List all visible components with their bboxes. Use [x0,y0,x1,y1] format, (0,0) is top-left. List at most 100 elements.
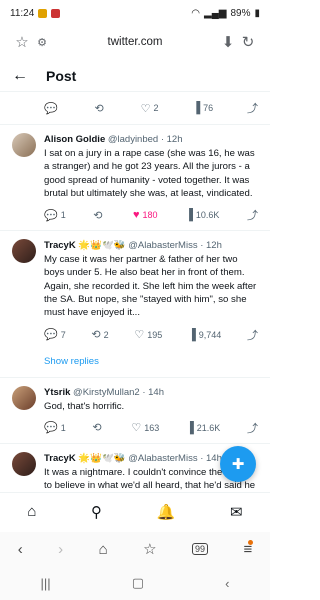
battery-icon: ▮ [254,7,260,19]
like-button[interactable]: ♡ 163 [131,421,159,434]
views-icon: ▐ [185,209,193,222]
author-name[interactable]: Ytsrik [44,387,70,398]
heart-icon: ♡ [140,102,151,115]
browser-url-bar: ☆ ⚙ twitter.com ⬇ ↻ [0,26,270,58]
share-button[interactable]: ⤴ [247,420,258,436]
views-button[interactable]: ▐ 10.6K [185,209,219,221]
system-back-icon[interactable]: ‹ [225,576,229,591]
share-button[interactable]: ⤴ [247,100,258,116]
tweet-text: My case it was her partner & father of h… [44,254,257,319]
signal-icon: ▂▄▆ [204,7,227,19]
like-button[interactable]: ♡ 2 [141,102,159,115]
home-icon[interactable]: ⌂ [27,503,36,520]
reply-icon: 💬 [44,329,58,342]
tweet-actions: 💬 1 ⟲ ♥ 180 ▐ 10.6K ⤴ [44,206,258,224]
reply-icon: 💬 [44,422,58,435]
download-icon[interactable]: ⬇ [218,32,238,52]
like-button[interactable]: ♥ 180 [133,209,158,221]
author-handle[interactable]: @ladyinbed · 12h [108,134,183,145]
notifications-icon[interactable]: 🔔 [157,503,176,521]
reply-button[interactable]: 💬 7 [44,328,66,341]
retweet-icon: ⟲ [93,209,103,222]
retweet-button[interactable]: ⟲ [92,421,104,434]
heart-icon: ♡ [134,329,145,342]
compose-icon: ✚ [231,456,245,473]
like-button[interactable]: ♡ 195 [134,328,162,341]
browser-home-icon[interactable]: ⌂ [99,541,108,558]
search-icon[interactable]: ⚲ [91,503,102,521]
app-tab-bar: ⌂ ⚲ 🔔 ✉ [0,492,270,530]
views-icon: ▐ [185,421,194,434]
tweet-meta: Ytsrik @KirstyMullan2 · 14h [44,386,258,399]
author-handle[interactable]: @KirstyMullan2 · 14h [73,387,164,398]
reply-button[interactable]: 💬 [44,102,61,115]
messages-icon[interactable]: ✉ [230,503,243,521]
menu-icon[interactable]: ≡ [243,539,254,558]
battery-text: 89% [230,7,251,19]
tweet[interactable]: Alison Goldie @ladyinbed · 12h I sat on … [0,125,270,232]
wifi-icon: ◠ [191,7,200,19]
retweet-button[interactable]: ⟲ [93,209,105,222]
home-button-icon[interactable]: ▢ [132,575,144,591]
retweet-icon: ⟲ [92,422,102,435]
forward-icon[interactable]: › [58,541,63,558]
share-button[interactable]: ⤴ [247,207,258,223]
tweet-actions: 💬 1 ⟲ ♡ 163 ▐ 21.6K ⤴ [44,419,258,437]
views-button[interactable]: ▐ 9,744 [188,329,221,341]
avatar[interactable] [12,239,36,264]
compose-reply-button[interactable]: ✚ [220,446,256,482]
author-handle[interactable]: @AlabasterMiss · 14h [128,453,222,464]
author-handle[interactable]: @AlabasterMiss · 12h [128,240,222,251]
tweet[interactable]: Ytsrik @KirstyMullan2 · 14h God, that's … [0,378,270,444]
page-header: ← Post [0,60,270,92]
recent-apps-icon[interactable]: ||| [41,576,51,591]
tweet-meta: Alison Goldie @ladyinbed · 12h [44,133,258,146]
reply-button[interactable]: 💬 1 [44,209,66,222]
heart-filled-icon: ♥ [133,209,140,222]
views-button[interactable]: ▐ 21.6K [186,422,220,434]
tweet[interactable]: TracyK 🌟👑🕊️🐝 @AlabasterMiss · 12h My cas… [0,231,270,349]
site-info-icon[interactable]: ⚙ [32,32,52,52]
notification-icon [51,8,61,18]
show-replies-link[interactable]: Show replies [0,350,270,378]
retweet-icon: ⟲ [94,102,104,115]
share-icon: ⤴ [247,103,258,115]
system-nav-bar: ||| ▢ ‹ [0,566,270,600]
share-icon: ⤴ [246,210,258,223]
back-icon[interactable]: ‹ [18,541,23,558]
tweet-text: God, that's horrific. [44,400,125,412]
tweet-actions: 💬 7 ⟲ 2 ♡ 195 ▐ 9,744 ⤴ [44,326,258,344]
heart-icon: ♡ [131,422,142,435]
notification-icon [38,8,48,18]
avatar[interactable] [12,451,36,476]
tweet-actions: 💬 ⟲ ♡ 2 ▐ 76 ⤴ [0,92,270,125]
author-name[interactable]: Alison Goldie [44,134,105,145]
avatar[interactable] [12,385,36,410]
reply-feed[interactable]: 💬 ⟲ ♡ 2 ▐ 76 ⤴ Alison Goldie @ladyinbed · … [0,92,270,492]
browser-nav-bar: ‹ › ⌂ ☆ 99 ≡ [0,532,270,566]
retweet-button[interactable]: ⟲ [95,102,107,115]
refresh-icon[interactable]: ↻ [238,32,258,52]
reply-button[interactable]: 💬 1 [44,421,66,434]
back-arrow-icon[interactable]: ← [12,67,36,85]
reply-icon: 💬 [44,209,58,222]
retweet-icon: ⟲ [91,329,101,342]
share-icon: ⤴ [247,329,258,342]
author-name[interactable]: TracyK 🌟👑🕊️🐝 [44,240,126,251]
bookmark-star-icon[interactable]: ☆ [12,32,32,52]
status-time: 11:24 [10,7,35,19]
bookmarks-icon[interactable]: ☆ [143,540,156,558]
author-name[interactable]: TracyK 🌟👑🕊️🐝 [44,453,126,464]
share-icon: ⤴ [246,422,258,435]
reply-icon: 💬 [44,102,58,115]
views-icon: ▐ [187,328,196,341]
views-button[interactable]: ▐ 76 [192,102,213,114]
share-button[interactable]: ⤴ [247,327,258,343]
tabs-icon[interactable]: 99 [191,543,208,555]
views-icon: ▐ [192,102,201,114]
url-text[interactable]: twitter.com [52,36,218,48]
avatar[interactable] [12,133,36,157]
status-bar: 11:24 ◠ ▂▄▆ 89% ▮ [0,0,270,26]
retweet-button[interactable]: ⟲ 2 [91,328,108,341]
page-title: Post [46,67,77,84]
